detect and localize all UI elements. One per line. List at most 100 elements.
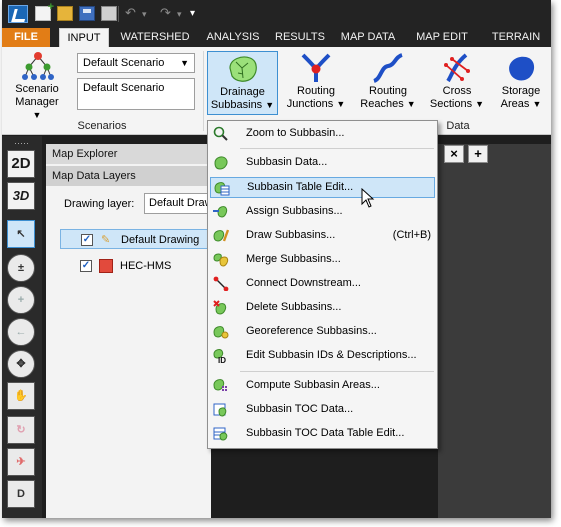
zoom-extents-button[interactable]: ± xyxy=(7,254,35,282)
save-icon[interactable] xyxy=(79,6,95,21)
email-icon[interactable] xyxy=(101,6,117,21)
cross-section-icon xyxy=(444,53,470,83)
menu-separator xyxy=(240,148,434,149)
connect-downstream-icon xyxy=(213,276,229,292)
draw-subbasins-shortcut: (Ctrl+B) xyxy=(392,229,431,241)
georeference-icon xyxy=(213,324,229,339)
menu-item-merge-subbasins[interactable]: Merge Subbasins... xyxy=(210,249,435,270)
chevron-down-icon[interactable]: ▼ xyxy=(180,54,189,72)
pan-center-button[interactable]: ✥ xyxy=(7,350,35,378)
redo-dropdown-icon[interactable]: ▾ xyxy=(177,9,182,20)
data-group-label: Data xyxy=(446,120,470,132)
routing-junction-icon xyxy=(301,53,331,82)
chevron-down-icon: ▼ xyxy=(475,99,485,109)
chevron-down-icon: ▼ xyxy=(406,99,416,109)
menu-item-georeference-subbasins[interactable]: Georeference Subbasins... xyxy=(210,321,435,342)
menu-item-subbasin-toc-data[interactable]: Subbasin TOC Data... xyxy=(210,399,435,420)
pan-hand-button[interactable]: ✋ xyxy=(7,382,35,410)
customize-toolbar-icon[interactable]: ▾ xyxy=(190,8,195,19)
tab-watershed[interactable]: WATERSHED xyxy=(114,28,196,47)
chevron-down-icon: ▼ xyxy=(532,99,542,109)
add-tab-button[interactable]: + xyxy=(468,145,488,163)
compute-areas-icon xyxy=(213,378,229,393)
scenario-description-field[interactable]: Default Scenario xyxy=(77,78,195,110)
menu-item-edit-subbasin-ids[interactable]: ID Edit Subbasin IDs & Descriptions... xyxy=(210,345,435,366)
menu-item-connect-downstream[interactable]: Connect Downstream... xyxy=(210,273,435,294)
fly-mode-button[interactable]: ✈ xyxy=(7,448,35,476)
cross-sections-button[interactable]: Cross Sections ▼ xyxy=(427,51,487,115)
measure-button[interactable]: D xyxy=(7,480,35,508)
pan-icon: ✥ xyxy=(16,358,26,370)
undo-dropdown-icon[interactable]: ▾ xyxy=(142,9,147,20)
close-tab-button[interactable]: × xyxy=(444,145,464,163)
tab-file[interactable]: FILE xyxy=(2,28,50,47)
hand-icon: ✋ xyxy=(14,390,28,402)
zoom-previous-button[interactable]: ← xyxy=(7,318,35,346)
tab-terrain[interactable]: TERRAIN xyxy=(484,28,548,47)
view-2d-button[interactable]: 2D xyxy=(7,150,35,178)
layer-row-hec-hms[interactable]: ✓ HEC-HMS xyxy=(60,256,210,276)
menu-item-subbasin-toc-data-table-edit[interactable]: Subbasin TOC Data Table Edit... xyxy=(210,423,435,444)
map-explorer-title: Map Explorer xyxy=(46,144,211,164)
tab-map-data[interactable]: MAP DATA xyxy=(336,28,400,47)
view-3d-button[interactable]: 3D xyxy=(7,182,35,210)
routing-junctions-button[interactable]: Routing Junctions ▼ xyxy=(284,51,348,115)
scenario-combo[interactable]: Default Scenario ▼ xyxy=(77,53,195,73)
airplane-icon: ✈ xyxy=(16,456,26,468)
routing-reaches-label-1: Routing xyxy=(369,85,407,97)
menu-item-subbasin-data[interactable]: Subbasin Data... xyxy=(210,152,435,173)
storage-areas-label-2: Areas xyxy=(500,98,530,110)
pencil-icon: ✎ xyxy=(101,234,111,246)
menu-item-zoom-to-subbasin[interactable]: Zoom to Subbasin... xyxy=(210,123,435,144)
zoom-in-icon: + xyxy=(17,294,25,306)
routing-reaches-button[interactable]: Routing Reaches ▼ xyxy=(356,51,420,115)
routing-reach-icon xyxy=(373,53,403,83)
tab-input[interactable]: INPUT xyxy=(59,28,109,47)
scenario-tree-icon xyxy=(22,52,54,80)
table-edit-icon xyxy=(214,181,230,196)
storage-areas-button[interactable]: Storage Areas ▼ xyxy=(492,51,550,115)
tab-results[interactable]: RESULTS xyxy=(270,28,330,47)
select-pointer-button[interactable]: ↖ xyxy=(7,220,35,248)
open-icon[interactable] xyxy=(57,6,73,21)
zoom-extents-icon: ± xyxy=(17,262,25,274)
chevron-down-icon: ▼ xyxy=(265,100,275,110)
routing-junctions-label-1: Routing xyxy=(297,85,335,97)
layer-visibility-checkbox[interactable]: ✓ xyxy=(81,234,93,246)
toolbar-divider xyxy=(118,6,119,22)
toc-data-icon xyxy=(213,402,229,417)
app-logo-icon[interactable] xyxy=(8,5,28,23)
tab-map-edit[interactable]: MAP EDIT xyxy=(410,28,474,47)
zoom-in-button[interactable]: + xyxy=(7,286,35,314)
undo-icon[interactable]: ↶ xyxy=(125,5,136,21)
ribbon-tab-bar: FILE INPUT WATERSHED ANALYSIS RESULTS MA… xyxy=(2,28,551,47)
map-explorer-panel: Map Explorer Map Data Layers Drawing lay… xyxy=(46,144,214,518)
drawing-layer-select[interactable]: Default Drawi xyxy=(144,193,214,214)
redo-icon[interactable]: ↷ xyxy=(160,5,171,21)
tab-analysis[interactable]: ANALYSIS xyxy=(201,28,265,47)
drainage-subbasins-menu: Zoom to Subbasin... Subbasin Data... Sub… xyxy=(207,120,438,449)
rotate-icon: ↻ xyxy=(16,424,26,436)
menu-item-delete-subbasins[interactable]: Delete Subbasins... xyxy=(210,297,435,318)
menu-item-assign-subbasins[interactable]: Assign Subbasins... xyxy=(210,201,435,222)
assign-subbasins-icon xyxy=(213,204,229,219)
layer-row-default-drawing[interactable]: ✓ ✎ Default Drawing xyxy=(60,229,210,249)
menu-item-subbasin-table-edit[interactable]: Subbasin Table Edit... xyxy=(210,177,435,198)
draw-subbasins-icon xyxy=(213,228,230,243)
layer-name: Default Drawing xyxy=(121,234,200,246)
drainage-subbasins-button[interactable]: Drainage Subbasins ▼ xyxy=(207,51,278,115)
routing-junctions-label-2: Junctions xyxy=(286,98,334,110)
pointer-icon: ↖ xyxy=(16,228,26,240)
layer-visibility-checkbox[interactable]: ✓ xyxy=(80,260,92,272)
storage-areas-label-1: Storage xyxy=(501,85,541,97)
drainage-subbasins-label-2: Subbasins xyxy=(210,99,263,111)
scenario-manager-button[interactable]: Scenario Manager ▼ xyxy=(6,49,70,120)
menu-item-draw-subbasins[interactable]: Draw Subbasins... (Ctrl+B) xyxy=(210,225,435,246)
rotate-view-button[interactable]: ↻ xyxy=(7,416,35,444)
hec-hms-layer-icon xyxy=(99,259,113,273)
scenario-combo-value: Default Scenario xyxy=(83,57,165,69)
menu-item-compute-subbasin-areas[interactable]: Compute Subbasin Areas... xyxy=(210,375,435,396)
zoom-subbasin-icon xyxy=(213,126,229,141)
map-data-layers-title: Map Data Layers xyxy=(46,166,211,186)
new-project-icon[interactable] xyxy=(35,1,54,21)
